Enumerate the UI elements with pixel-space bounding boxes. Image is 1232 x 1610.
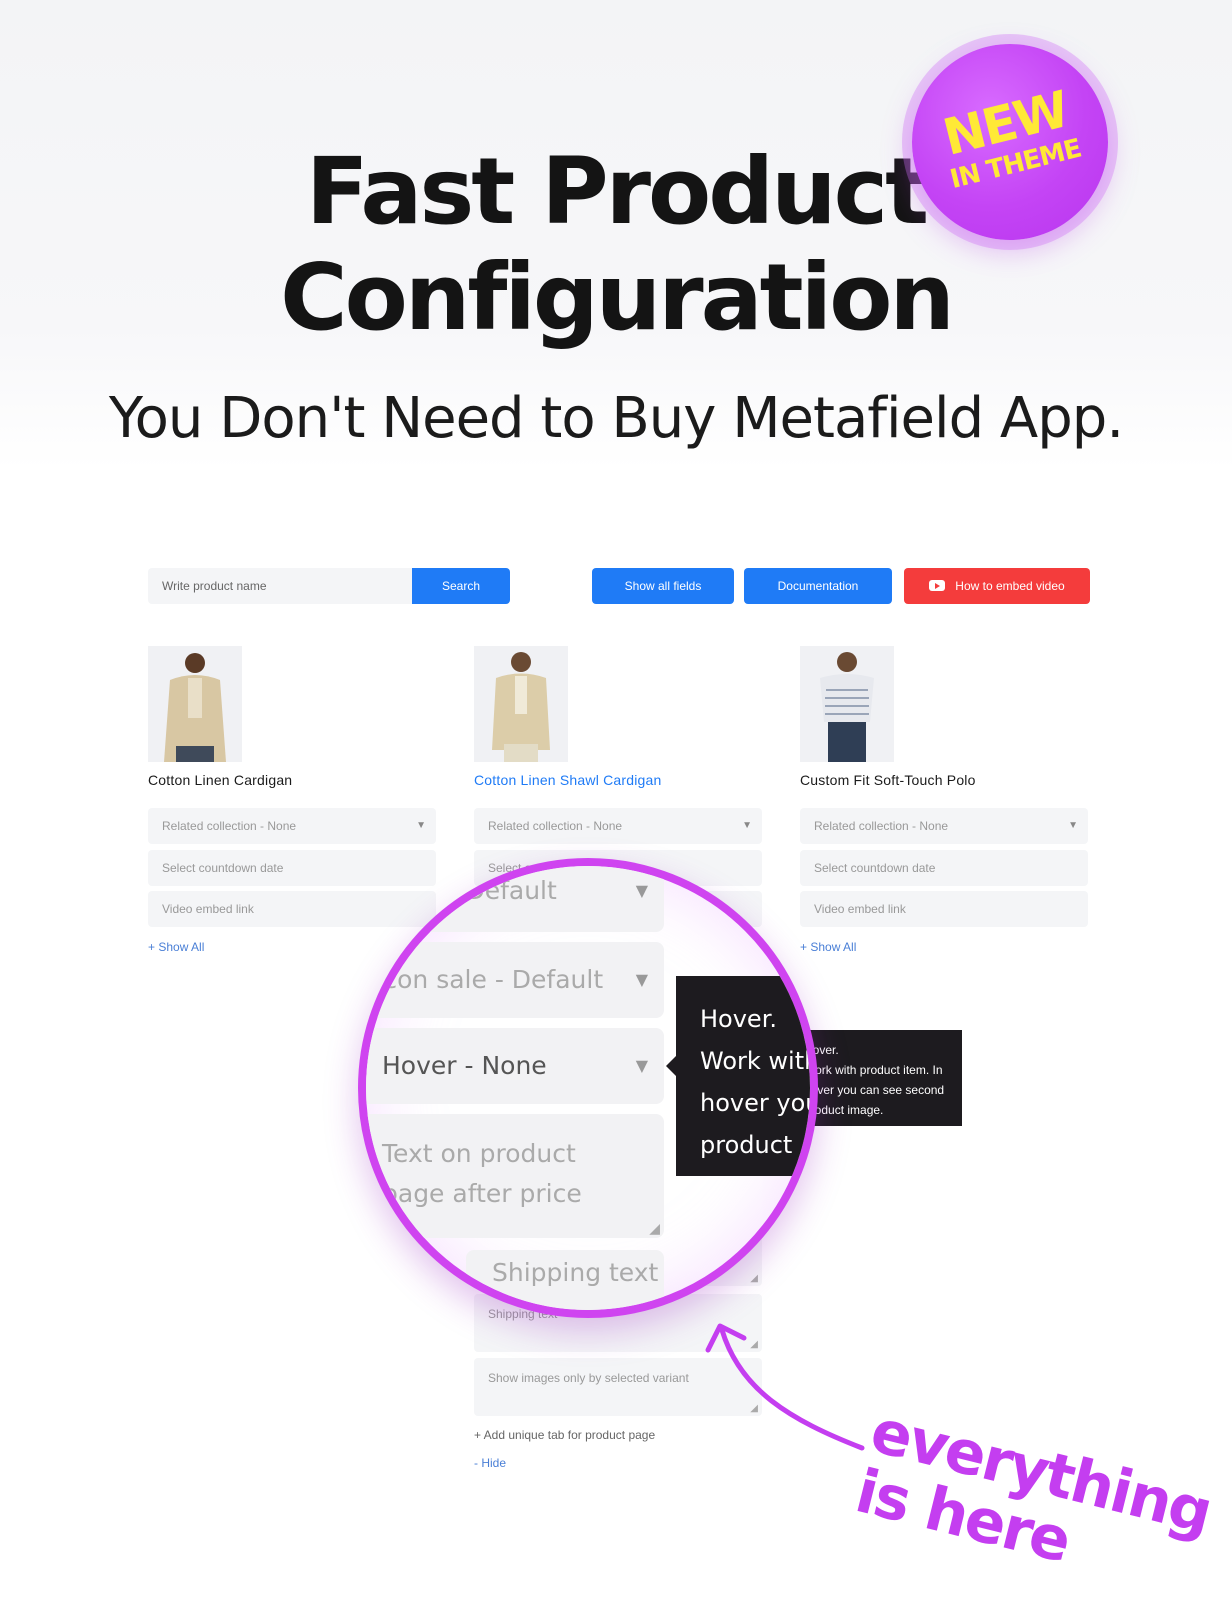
countdown-date-field-3[interactable]: Select countdown date: [800, 850, 1088, 886]
show-all-fields-button[interactable]: Show all fields: [592, 568, 734, 604]
zoom-field-icon-sale: Icon sale - Default ▼: [366, 942, 664, 1018]
video-embed-field-3[interactable]: Video embed link: [800, 891, 1088, 927]
dropdown-caret-icon: ▼: [635, 881, 648, 900]
search-button[interactable]: Search: [412, 568, 510, 604]
resize-grip-icon: ◢: [750, 1339, 758, 1350]
product-image-2: [474, 646, 568, 762]
related-collection-value-2: Related collection - None: [488, 819, 623, 833]
zoom-tooltip-arrow-icon: [666, 1056, 676, 1076]
zoom-tip-line-2: Work with: [700, 1047, 816, 1075]
tooltip-line-4: product image.: [804, 1103, 884, 1117]
zoom-field-text-after-price: Text on product page after price ◢: [366, 1114, 664, 1238]
variant-images-field-2[interactable]: Show images only by selected variant ◢: [474, 1358, 762, 1416]
hero-title-line2: Configuration: [280, 244, 955, 351]
product-image-1: [148, 646, 242, 762]
dropdown-caret-icon: ▼: [416, 820, 426, 831]
variant-images-placeholder: Show images only by selected variant: [488, 1371, 689, 1385]
zoom-field-icon-sale-label: Icon sale - Default: [376, 965, 604, 994]
new-in-theme-badge: NEW IN THEME: [912, 44, 1108, 240]
zoom-field-hover-label: Hover - None: [382, 1051, 547, 1080]
zoom-field-hover: Hover - None ▼: [366, 1028, 664, 1104]
show-all-link-1[interactable]: + Show All: [148, 940, 204, 954]
show-all-link-3[interactable]: + Show All: [800, 940, 856, 954]
related-collection-value-1: Related collection - None: [162, 819, 297, 833]
resize-grip-icon: ◢: [750, 1273, 758, 1284]
product-name-2[interactable]: Cotton Linen Shawl Cardigan: [474, 772, 662, 788]
zoom-tooltip: Hover. Work with hover you product: [676, 976, 816, 1176]
related-collection-select-1[interactable]: Related collection - None ▼: [148, 808, 436, 844]
documentation-button[interactable]: Documentation: [744, 568, 892, 604]
zoom-field-shipping: Shipping text: [466, 1250, 664, 1310]
product-name-3[interactable]: Custom Fit Soft-Touch Polo: [800, 772, 976, 788]
hide-link-2[interactable]: - Hide: [474, 1456, 506, 1470]
tooltip-line-1: Hover.: [804, 1043, 839, 1057]
resize-grip-icon: ◢: [750, 1403, 758, 1414]
dropdown-caret-icon: ▼: [635, 970, 648, 989]
zoom-text-line-2: page after price: [382, 1179, 582, 1208]
hero-subtitle: You Don't Need to Buy Metafield App.: [108, 386, 1124, 451]
resize-grip-icon: ◢: [649, 1221, 660, 1237]
product-image-3: [800, 646, 894, 762]
dropdown-caret-icon: ▼: [635, 1056, 648, 1075]
product-search-input[interactable]: Write product name: [148, 568, 412, 604]
related-collection-value-3: Related collection - None: [814, 819, 949, 833]
add-unique-tab-link[interactable]: + Add unique tab for product page: [474, 1428, 655, 1442]
zoom-field-new-label: New - Default: [386, 876, 557, 905]
product-3-model-image: [820, 652, 874, 762]
youtube-icon: [929, 580, 946, 592]
related-collection-select-2[interactable]: Related collection - None ▼: [474, 808, 762, 844]
tooltip-line-2: Work with product item. In: [804, 1063, 943, 1077]
zoom-tip-line-1: Hover.: [700, 1005, 777, 1033]
everything-is-here-annotation: everything is here: [849, 1396, 1217, 1593]
dropdown-caret-icon: ▼: [1068, 820, 1078, 831]
product-1-model-image: [164, 653, 226, 762]
embed-video-label: How to embed video: [955, 579, 1065, 593]
zoom-text-line-1: Text on product: [382, 1139, 576, 1168]
product-2-model-image: [492, 652, 550, 762]
zoom-magnifier: New - Default ▼ Icon sale - Default ▼ Ho…: [358, 858, 818, 1318]
zoom-tip-line-3: hover you: [700, 1089, 816, 1117]
embed-video-button[interactable]: How to embed video: [904, 568, 1090, 604]
zoom-tip-line-4: product: [700, 1131, 793, 1159]
dropdown-caret-icon: ▼: [742, 820, 752, 831]
product-name-1[interactable]: Cotton Linen Cardigan: [148, 772, 292, 788]
related-collection-select-3[interactable]: Related collection - None ▼: [800, 808, 1088, 844]
zoom-field-new: New - Default ▼: [366, 866, 664, 932]
tooltip-line-3: hover you can see second: [804, 1083, 945, 1097]
